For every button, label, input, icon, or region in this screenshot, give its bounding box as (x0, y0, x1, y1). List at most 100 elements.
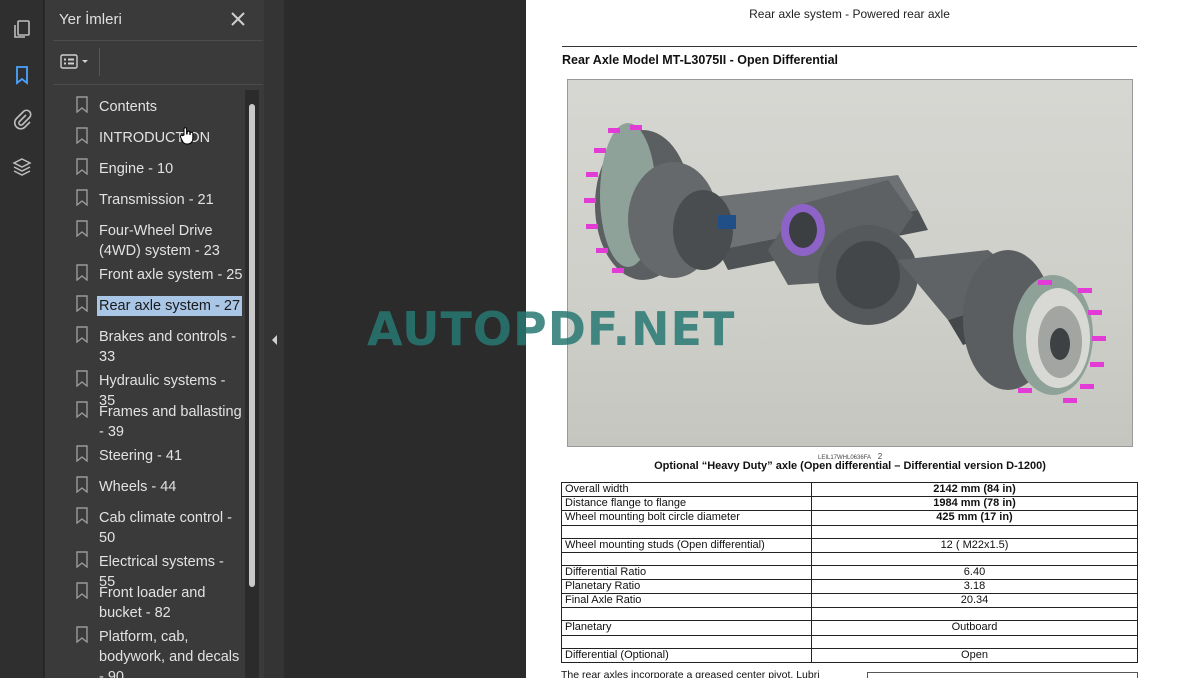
table-row (561, 551, 1138, 566)
spec-value-cell: 425 mm (17 in) (811, 510, 1138, 526)
bookmark-label: Wheels - 44 (99, 479, 177, 495)
bookmark-icon (76, 326, 88, 343)
spec-value: 2142 mm (933, 483, 981, 496)
spec-value: 12 ( M22x1.5) (940, 538, 1009, 551)
spec-key: Planetary Ratio (561, 578, 812, 595)
table-row (561, 634, 1138, 649)
close-icon[interactable] (228, 9, 248, 29)
spec-key: Wheel mounting studs (Open differential) (561, 537, 812, 553)
axle-figure (567, 79, 1133, 447)
spec-value: 3.18 (963, 580, 986, 593)
panel-header: Yer İmleri (45, 0, 264, 40)
bookmark-label: Steering - 41 (99, 448, 183, 464)
bookmark-label: INTRODUCTION (99, 130, 211, 146)
bookmark-icon (76, 127, 88, 144)
bookmark-label: Frames and ballasting - 39 (99, 404, 242, 440)
spec-key (561, 607, 812, 622)
bookmark-icon (76, 370, 88, 387)
bookmark-label: Front loader and bucket - 82 (99, 585, 206, 621)
table-row: Final Axle Ratio 20.34 (561, 593, 1138, 609)
options-menu-icon (60, 54, 88, 69)
bookmark-label: Engine - 10 (99, 161, 174, 177)
pages-icon[interactable] (7, 14, 37, 44)
body-paragraph: The rear axles incorporate a greased cen… (561, 669, 820, 678)
spec-value-cell (811, 524, 1138, 539)
table-row: Overall width 2142 mm (84 in) (561, 481, 1138, 498)
table-row (561, 524, 1138, 539)
spec-value-cell (811, 551, 1138, 566)
bookmark-icon (76, 507, 88, 524)
tool-rail (0, 0, 44, 678)
spec-value: Open (961, 648, 988, 661)
spec-key: Final Axle Ratio (561, 593, 812, 609)
bookmark-icon (76, 551, 88, 568)
bookmark-label: Four-Wheel Drive (4WD) system - 23 (99, 223, 220, 259)
attachment-icon[interactable] (7, 104, 37, 134)
spec-value-cell: 20.34 (811, 593, 1138, 609)
bookmark-icon (76, 189, 88, 206)
hand-cursor-icon (179, 127, 194, 145)
spec-value-cell: 3.18 (811, 578, 1138, 595)
spec-value-cell (811, 634, 1138, 649)
spec-value-cell: Open (811, 647, 1138, 663)
pdf-viewer: Yer İmleri Contents INTRODUCTION Engine - … (0, 0, 1200, 678)
layers-icon[interactable] (7, 152, 37, 182)
bookmark-label: Cab climate control - 50 (99, 510, 232, 546)
bookmark-icon (76, 582, 88, 599)
panel-title: Yer İmleri (59, 11, 122, 28)
divider (53, 40, 263, 41)
table-row: Differential (Optional) Open (561, 647, 1138, 663)
bookmark-icon (76, 445, 88, 462)
spec-key (561, 551, 812, 566)
spec-value: 6.40 (963, 565, 986, 578)
spec-key: Wheel mounting bolt circle diameter (561, 510, 812, 526)
spec-unit: (17 in) (977, 511, 1013, 524)
divider (99, 48, 100, 76)
spec-value: 1984 mm (933, 497, 981, 510)
collapse-panel-icon[interactable] (270, 334, 278, 346)
spec-value: 425 mm (936, 511, 978, 524)
bookmark-icon (76, 401, 88, 418)
spec-value-cell: Outboard (811, 620, 1138, 636)
spec-key: Distance flange to flange (561, 496, 812, 512)
bookmark-label: Brakes and controls - 33 (99, 329, 237, 365)
bookmarks-panel: Yer İmleri Contents INTRODUCTION Engine - … (45, 0, 264, 678)
header-rule (562, 46, 1137, 47)
bookmark-icon (76, 476, 88, 493)
table-row: Distance flange to flange 1984 mm (78 in) (561, 496, 1138, 512)
options-menu-button[interactable] (59, 50, 95, 74)
table-row (561, 607, 1138, 622)
bookmark-list: Contents INTRODUCTION Engine - 10 Transmiss… (45, 88, 245, 678)
spec-key: Differential Ratio (561, 564, 812, 580)
spec-value: 20.34 (960, 594, 989, 607)
bookmark-icon (76, 295, 88, 312)
bookmark-icon (76, 96, 88, 113)
bookmark-icon[interactable] (7, 60, 37, 90)
table-row: Planetary Outboard (561, 620, 1138, 636)
table-row: Planetary Ratio 3.18 (561, 578, 1138, 595)
table-row: Differential Ratio 6.40 (561, 564, 1138, 580)
spec-key: Overall width (561, 481, 812, 498)
scrollbar-thumb[interactable] (249, 104, 255, 587)
spec-value-cell (811, 607, 1138, 622)
bookmark-label: Rear axle system - 27 (97, 296, 243, 316)
table-row: Wheel mounting bolt circle diameter 425 m… (561, 510, 1138, 526)
spec-value: Outboard (951, 621, 998, 634)
spec-key (561, 634, 812, 649)
rear-axle-illustration (584, 123, 1106, 403)
table-row: Wheel mounting studs (Open differential)… (561, 537, 1138, 553)
spec-key: Differential (Optional) (561, 647, 812, 663)
spec-key: Planetary (561, 620, 812, 636)
bookmark-icon (76, 626, 88, 643)
bookmark-icon (76, 264, 88, 281)
side-note-box (867, 672, 1138, 678)
bookmark-label: Contents (99, 99, 158, 115)
figure-caption: Optional “Heavy Duty” axle (Open differe… (654, 460, 1046, 472)
bookmark-label: Transmission - 21 (99, 192, 214, 208)
section-title: Rear Axle Model MT-L3075II - Open Differ… (562, 53, 838, 67)
bookmark-label: Platform, cab, bodywork, and decals - 90 (99, 629, 240, 678)
bookmark-icon (76, 220, 88, 237)
bookmark-label: Front axle system - 25 (99, 267, 243, 283)
divider (53, 84, 263, 85)
running-header: Rear axle system - Powered rear axle (749, 7, 950, 21)
